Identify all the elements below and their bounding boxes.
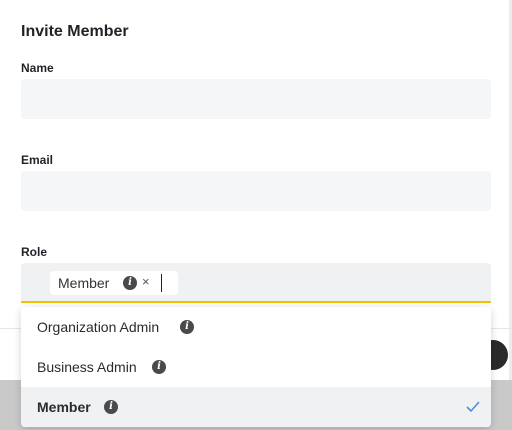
option-business-admin[interactable]: Business Admin i	[21, 347, 491, 387]
role-dropdown: Organization Admin i Business Admin i Me…	[21, 307, 491, 427]
name-label: Name	[21, 61, 54, 75]
option-label: Organization Admin	[37, 319, 160, 335]
email-input[interactable]	[21, 171, 491, 211]
role-chip: Member i ×	[50, 271, 178, 295]
option-label: Member	[37, 399, 91, 415]
option-label: Business Admin	[37, 359, 137, 375]
info-icon[interactable]: i	[180, 320, 194, 334]
name-input[interactable]	[21, 79, 491, 119]
check-icon	[466, 401, 480, 413]
info-icon[interactable]: i	[123, 276, 137, 290]
email-label: Email	[21, 153, 54, 167]
role-select[interactable]: Member i ×	[21, 263, 491, 303]
info-icon[interactable]: i	[104, 400, 118, 414]
option-member[interactable]: Member i	[21, 387, 491, 427]
close-icon[interactable]: ×	[142, 274, 150, 289]
role-chip-label: Member	[58, 275, 110, 291]
role-label: Role	[21, 245, 48, 259]
option-organization-admin[interactable]: Organization Admin i	[21, 307, 491, 347]
text-cursor	[161, 274, 162, 292]
info-icon[interactable]: i	[152, 360, 166, 374]
modal-title: Invite Member	[21, 23, 129, 40]
